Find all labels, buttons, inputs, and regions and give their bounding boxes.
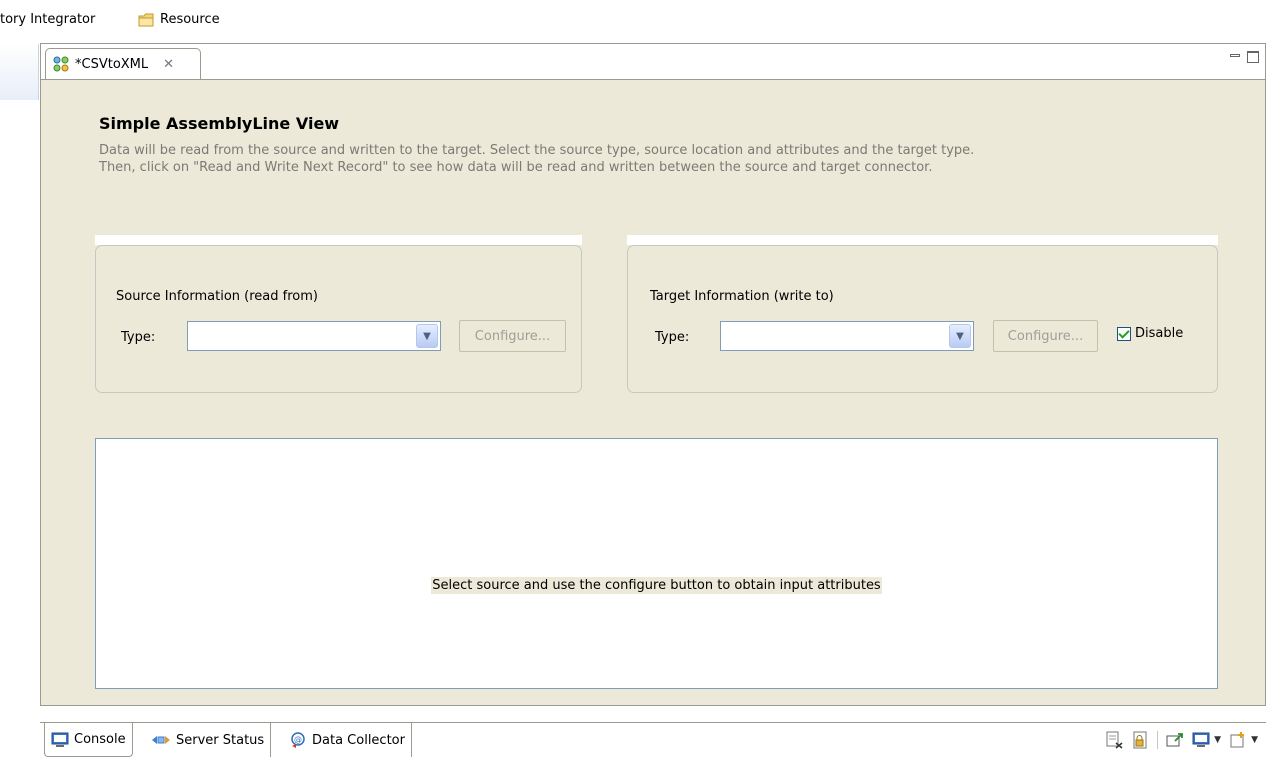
target-group-label: Target Information (write to) [650, 289, 834, 304]
source-type-select[interactable]: ▼ [187, 321, 441, 351]
chevron-down-icon[interactable]: ▼ [416, 324, 438, 348]
page-title: Simple AssemblyLine View [99, 114, 340, 133]
close-icon[interactable]: ✕ [163, 57, 174, 72]
perspective-integrator[interactable]: tory Integrator [0, 12, 95, 27]
tab-console[interactable]: Console [44, 723, 133, 757]
console-icon [51, 732, 69, 747]
tab-data-collector[interactable]: @ Data Collector [283, 723, 412, 757]
bottom-view-tabs: Console Server Status @ Data Collector ▼… [40, 722, 1266, 757]
left-strip-selected-item[interactable] [0, 44, 39, 100]
folder-icon [138, 13, 154, 26]
target-configure-button[interactable]: Configure... [993, 320, 1098, 352]
attributes-message: Select source and use the configure butt… [96, 577, 1217, 594]
data-collector-icon: @ [291, 732, 305, 748]
chevron-down-icon[interactable]: ▼ [1251, 735, 1258, 745]
open-console-icon[interactable] [1229, 731, 1247, 749]
source-configure-button[interactable]: Configure... [459, 320, 566, 352]
page-description: Data will be read from the source and wr… [99, 142, 1199, 176]
window-controls [1230, 51, 1259, 63]
tab-server-status-label: Server Status [176, 732, 265, 748]
perspective-resource-label: Resource [160, 12, 220, 27]
scroll-lock-icon[interactable] [1131, 731, 1149, 749]
tab-data-collector-label: Data Collector [312, 732, 405, 748]
target-group: Target Information (write to) Type: ▼ Co… [627, 245, 1218, 393]
editor-area: *CSVtoXML ✕ Simple AssemblyLine View Dat… [40, 43, 1266, 706]
server-status-icon [152, 736, 170, 744]
perspective-resource[interactable]: Resource [138, 12, 220, 27]
disable-label: Disable [1135, 326, 1184, 341]
left-view-strip [0, 40, 39, 756]
editor-tab-label: *CSVtoXML [75, 56, 149, 72]
pin-console-icon[interactable] [1166, 731, 1184, 749]
source-header-strip [95, 235, 582, 245]
assemblyline-icon [53, 56, 69, 72]
source-type-label: Type: [121, 330, 156, 345]
source-group-label: Source Information (read from) [116, 289, 318, 304]
target-header-strip [627, 235, 1218, 245]
clear-console-icon[interactable] [1105, 731, 1123, 749]
description-line-2: Then, click on "Read and Write Next Reco… [99, 160, 933, 175]
attributes-panel: Select source and use the configure butt… [95, 438, 1218, 689]
editor-tab-strip: *CSVtoXML ✕ [41, 44, 1265, 80]
source-group: Source Information (read from) Type: ▼ C… [95, 245, 582, 393]
display-console-icon[interactable] [1192, 731, 1210, 749]
svg-text:@: @ [294, 735, 302, 744]
view-toolbar: ▼ ▼ [1105, 731, 1258, 749]
target-type-label: Type: [655, 330, 690, 345]
target-disable-checkbox[interactable]: Disable [1117, 326, 1183, 341]
target-type-select[interactable]: ▼ [720, 321, 974, 351]
perspective-bar: tory Integrator Resource [0, 0, 1274, 40]
checkbox-checked-icon[interactable] [1117, 326, 1131, 341]
description-line-1: Data will be read from the source and wr… [99, 143, 975, 158]
chevron-down-icon[interactable]: ▼ [949, 324, 971, 348]
chevron-down-icon[interactable]: ▼ [1214, 735, 1221, 745]
editor-tab-csvtoxml[interactable]: *CSVtoXML ✕ [45, 48, 201, 79]
tab-console-label: Console [74, 732, 126, 747]
maximize-icon[interactable] [1247, 51, 1259, 63]
tab-server-status[interactable]: Server Status [145, 723, 272, 757]
toolbar-separator [1157, 731, 1159, 749]
minimize-icon[interactable] [1230, 51, 1241, 62]
attributes-message-text: Select source and use the configure butt… [431, 577, 882, 594]
